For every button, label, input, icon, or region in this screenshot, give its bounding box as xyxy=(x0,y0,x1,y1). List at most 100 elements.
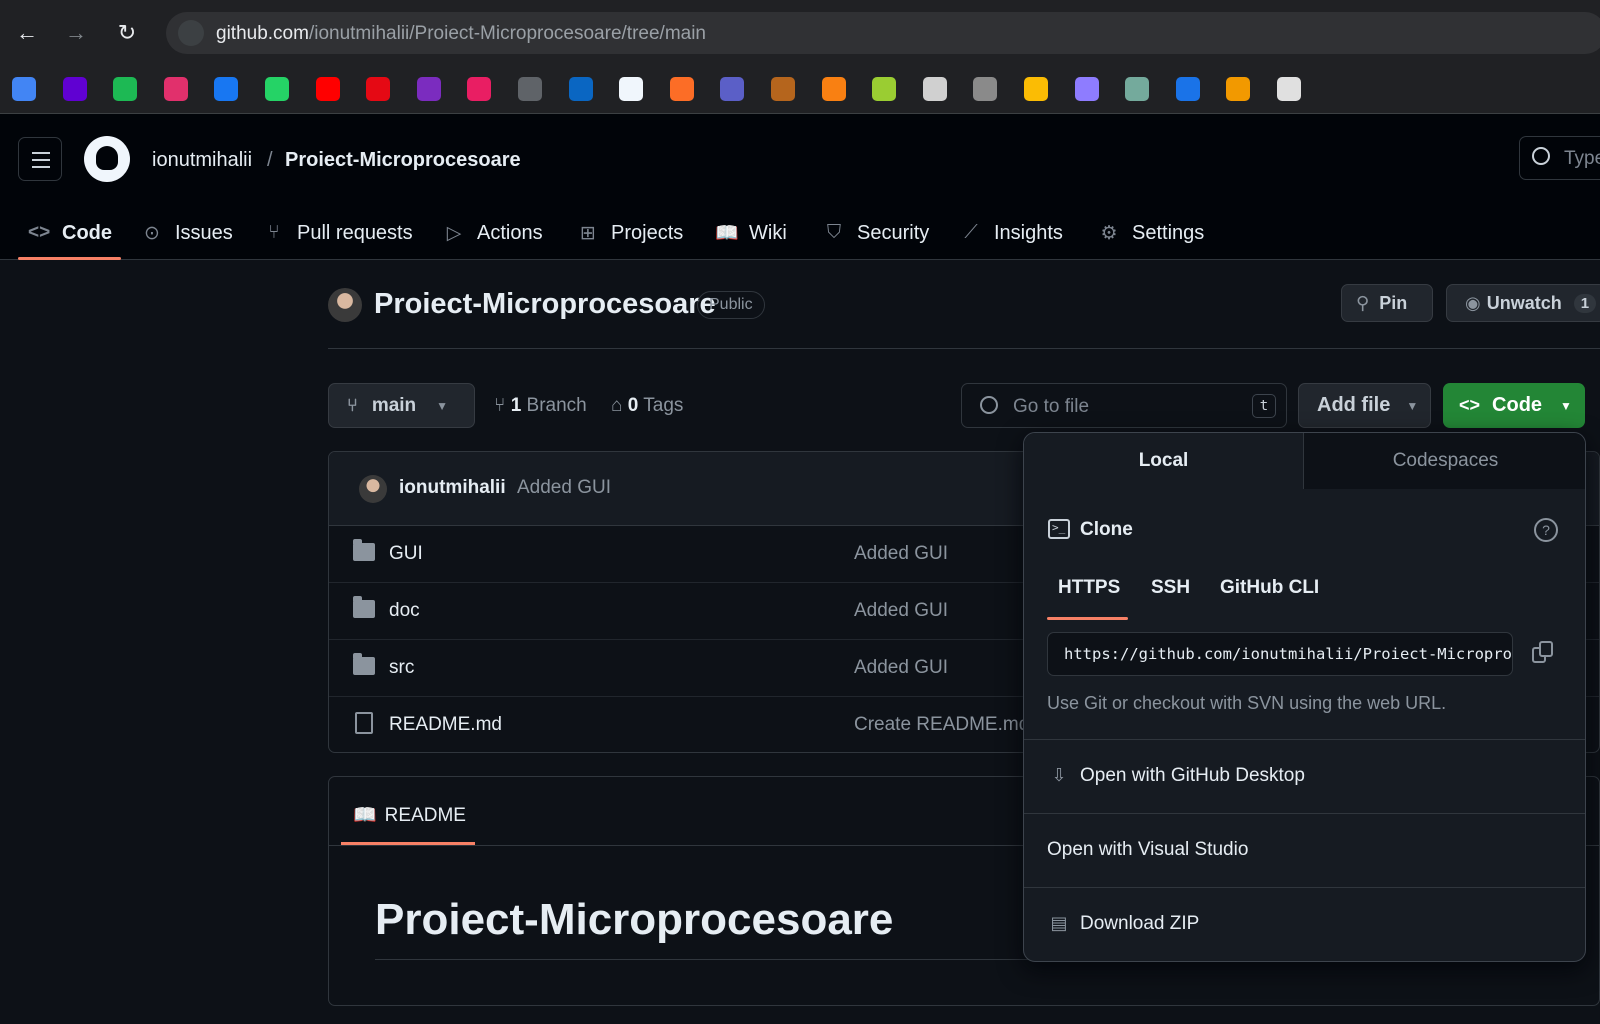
protocol-https[interactable]: HTTPS xyxy=(1058,577,1120,599)
search-icon xyxy=(980,396,998,414)
github-icon[interactable] xyxy=(619,77,644,101)
file-icon xyxy=(355,712,373,734)
unwatch-button[interactable]: ◉ Unwatch 1 xyxy=(1446,284,1600,322)
translate-icon[interactable] xyxy=(12,77,36,101)
play-icon: ▷ xyxy=(446,222,462,244)
add-file-button[interactable]: Add file ▼ xyxy=(1298,383,1431,428)
site-settings-icon[interactable] xyxy=(178,20,204,46)
open-github-desktop[interactable]: ⇩ Open with GitHub Desktop xyxy=(1024,740,1585,812)
facebook-icon[interactable] xyxy=(214,77,239,101)
chevron-down-icon: ▼ xyxy=(1406,398,1419,413)
code-icon: <> xyxy=(1459,395,1481,415)
co-icon[interactable] xyxy=(1277,77,1301,101)
share-icon[interactable] xyxy=(1175,77,1200,101)
tab-projects[interactable]: ⊞ Projects xyxy=(577,206,683,260)
drive-icon[interactable] xyxy=(1024,77,1048,101)
go-to-file-input[interactable]: Go to file t xyxy=(961,383,1287,428)
cube-icon[interactable] xyxy=(872,77,897,101)
draw-icon[interactable] xyxy=(1226,77,1251,101)
mail-icon[interactable] xyxy=(62,77,87,101)
pin-button[interactable]: ⚲ Pin xyxy=(1341,284,1433,322)
folder-icon xyxy=(353,596,375,618)
file-name[interactable]: doc xyxy=(389,600,420,622)
chevron-down-icon: ▼ xyxy=(1560,398,1572,413)
youtube-icon[interactable] xyxy=(315,77,340,101)
file-commit-message[interactable]: Added GUI xyxy=(854,657,948,679)
tab-local[interactable]: Local xyxy=(1024,433,1304,489)
whatsapp-icon[interactable] xyxy=(265,77,289,101)
instagram-icon[interactable] xyxy=(163,77,188,101)
menu-button[interactable] xyxy=(18,137,62,181)
clone-url-field[interactable]: https://github.com/ionutmihalii/Proiect-… xyxy=(1047,632,1513,676)
branch-selector[interactable]: ⑂ main ▼ xyxy=(328,383,475,428)
search-input[interactable]: Type xyxy=(1519,136,1600,180)
notebook-icon[interactable] xyxy=(771,77,795,101)
url-text[interactable]: github.com/ionutmihalii/Proiect-Micropro… xyxy=(216,23,706,45)
shirt-icon[interactable] xyxy=(922,77,947,101)
forward-arrow-icon[interactable]: → xyxy=(61,18,91,48)
file-commit-message[interactable]: Create README.md xyxy=(854,714,1029,736)
tab-settings[interactable]: ⚙ Settings xyxy=(1098,206,1204,260)
teams-icon[interactable] xyxy=(720,77,745,101)
github-logo-icon[interactable] xyxy=(84,136,130,182)
tab-insights[interactable]: ⟋ Insights xyxy=(960,206,1063,260)
search-placeholder: Type xyxy=(1564,148,1600,169)
breadcrumb-owner[interactable]: ionutmihalii xyxy=(152,149,252,172)
watch-count: 1 xyxy=(1573,293,1597,313)
download-zip[interactable]: ▤ Download ZIP xyxy=(1024,888,1585,960)
address-bar[interactable]: github.com/ionutmihalii/Proiect-Micropro… xyxy=(166,12,1600,54)
readme-tab[interactable]: 📖 README xyxy=(353,803,466,827)
reload-icon[interactable]: ↻ xyxy=(112,18,142,48)
readme-heading: Proiect-Microprocesoare xyxy=(375,895,894,944)
tab-codespaces[interactable]: Codespaces xyxy=(1304,433,1585,489)
breadcrumb-repo[interactable]: Proiect-Microprocesoare xyxy=(285,149,521,172)
author-avatar[interactable] xyxy=(359,475,387,503)
tab-issues[interactable]: ⊙ Issues xyxy=(141,206,233,260)
bookmarks-bar xyxy=(0,64,1600,114)
file-name[interactable]: GUI xyxy=(389,543,423,565)
desktop-download-icon: ⇩ xyxy=(1051,765,1067,785)
pull-request-icon: ⑂ xyxy=(268,222,280,243)
browser-toolbar: ← → ↻ github.com/ionutmihalii/Proiect-Mi… xyxy=(0,0,1600,64)
tab-pull-requests[interactable]: ⑂ Pull requests xyxy=(263,206,412,260)
table-icon: ⊞ xyxy=(580,222,596,244)
copy-icon[interactable] xyxy=(1532,641,1556,665)
tab-actions[interactable]: ▷ Actions xyxy=(443,206,543,260)
repo-title[interactable]: Proiect-Microprocesoare xyxy=(374,288,716,321)
go-to-file-placeholder: Go to file xyxy=(1013,396,1090,417)
file-commit-message[interactable]: Added GUI xyxy=(854,600,948,622)
branches-link[interactable]: ⑂ 1 Branch xyxy=(494,395,587,417)
tags-link[interactable]: ⌂ 0 Tags xyxy=(611,395,683,417)
commit-author[interactable]: ionutmihalii xyxy=(399,477,506,499)
open-visual-studio[interactable]: Open with Visual Studio xyxy=(1024,814,1585,886)
discord-icon[interactable] xyxy=(973,77,998,101)
protocol-ssh[interactable]: SSH xyxy=(1151,577,1190,599)
file-name[interactable]: README.md xyxy=(389,714,502,736)
protocol-github-cli[interactable]: GitHub CLI xyxy=(1220,577,1319,599)
commit-message[interactable]: Added GUI xyxy=(517,477,611,499)
code-button[interactable]: <> Code ▼ xyxy=(1443,383,1585,428)
file-name[interactable]: src xyxy=(389,657,414,679)
cisco-icon[interactable] xyxy=(518,77,542,101)
chatgpt-icon[interactable] xyxy=(1125,77,1150,101)
owner-avatar[interactable] xyxy=(328,288,362,322)
gemini-icon[interactable] xyxy=(1074,77,1099,101)
pin-icon: ⚲ xyxy=(1356,292,1370,313)
moodle-icon[interactable] xyxy=(821,77,846,101)
play-icon[interactable] xyxy=(467,77,492,101)
tab-security[interactable]: ⛉ Security xyxy=(823,206,929,260)
gitlab-icon[interactable] xyxy=(669,77,694,101)
file-commit-message[interactable]: Added GUI xyxy=(854,543,948,565)
visibility-badge: Public xyxy=(697,291,765,319)
help-icon[interactable]: ? xyxy=(1534,518,1558,542)
tab-wiki[interactable]: 📖 Wiki xyxy=(715,206,787,260)
breadcrumb-separator: / xyxy=(267,149,273,171)
tab-code[interactable]: <> Code xyxy=(28,206,112,260)
eye-icon: ◉ xyxy=(1465,292,1481,313)
back-arrow-icon[interactable]: ← xyxy=(12,18,42,48)
netflix-icon[interactable] xyxy=(366,77,391,101)
circle-icon[interactable] xyxy=(113,77,138,101)
code-dropdown: Local Codespaces >_ Clone ? HTTPS SSH Gi… xyxy=(1023,432,1586,962)
linkedin-icon[interactable] xyxy=(568,77,593,101)
m-icon[interactable] xyxy=(416,77,441,101)
